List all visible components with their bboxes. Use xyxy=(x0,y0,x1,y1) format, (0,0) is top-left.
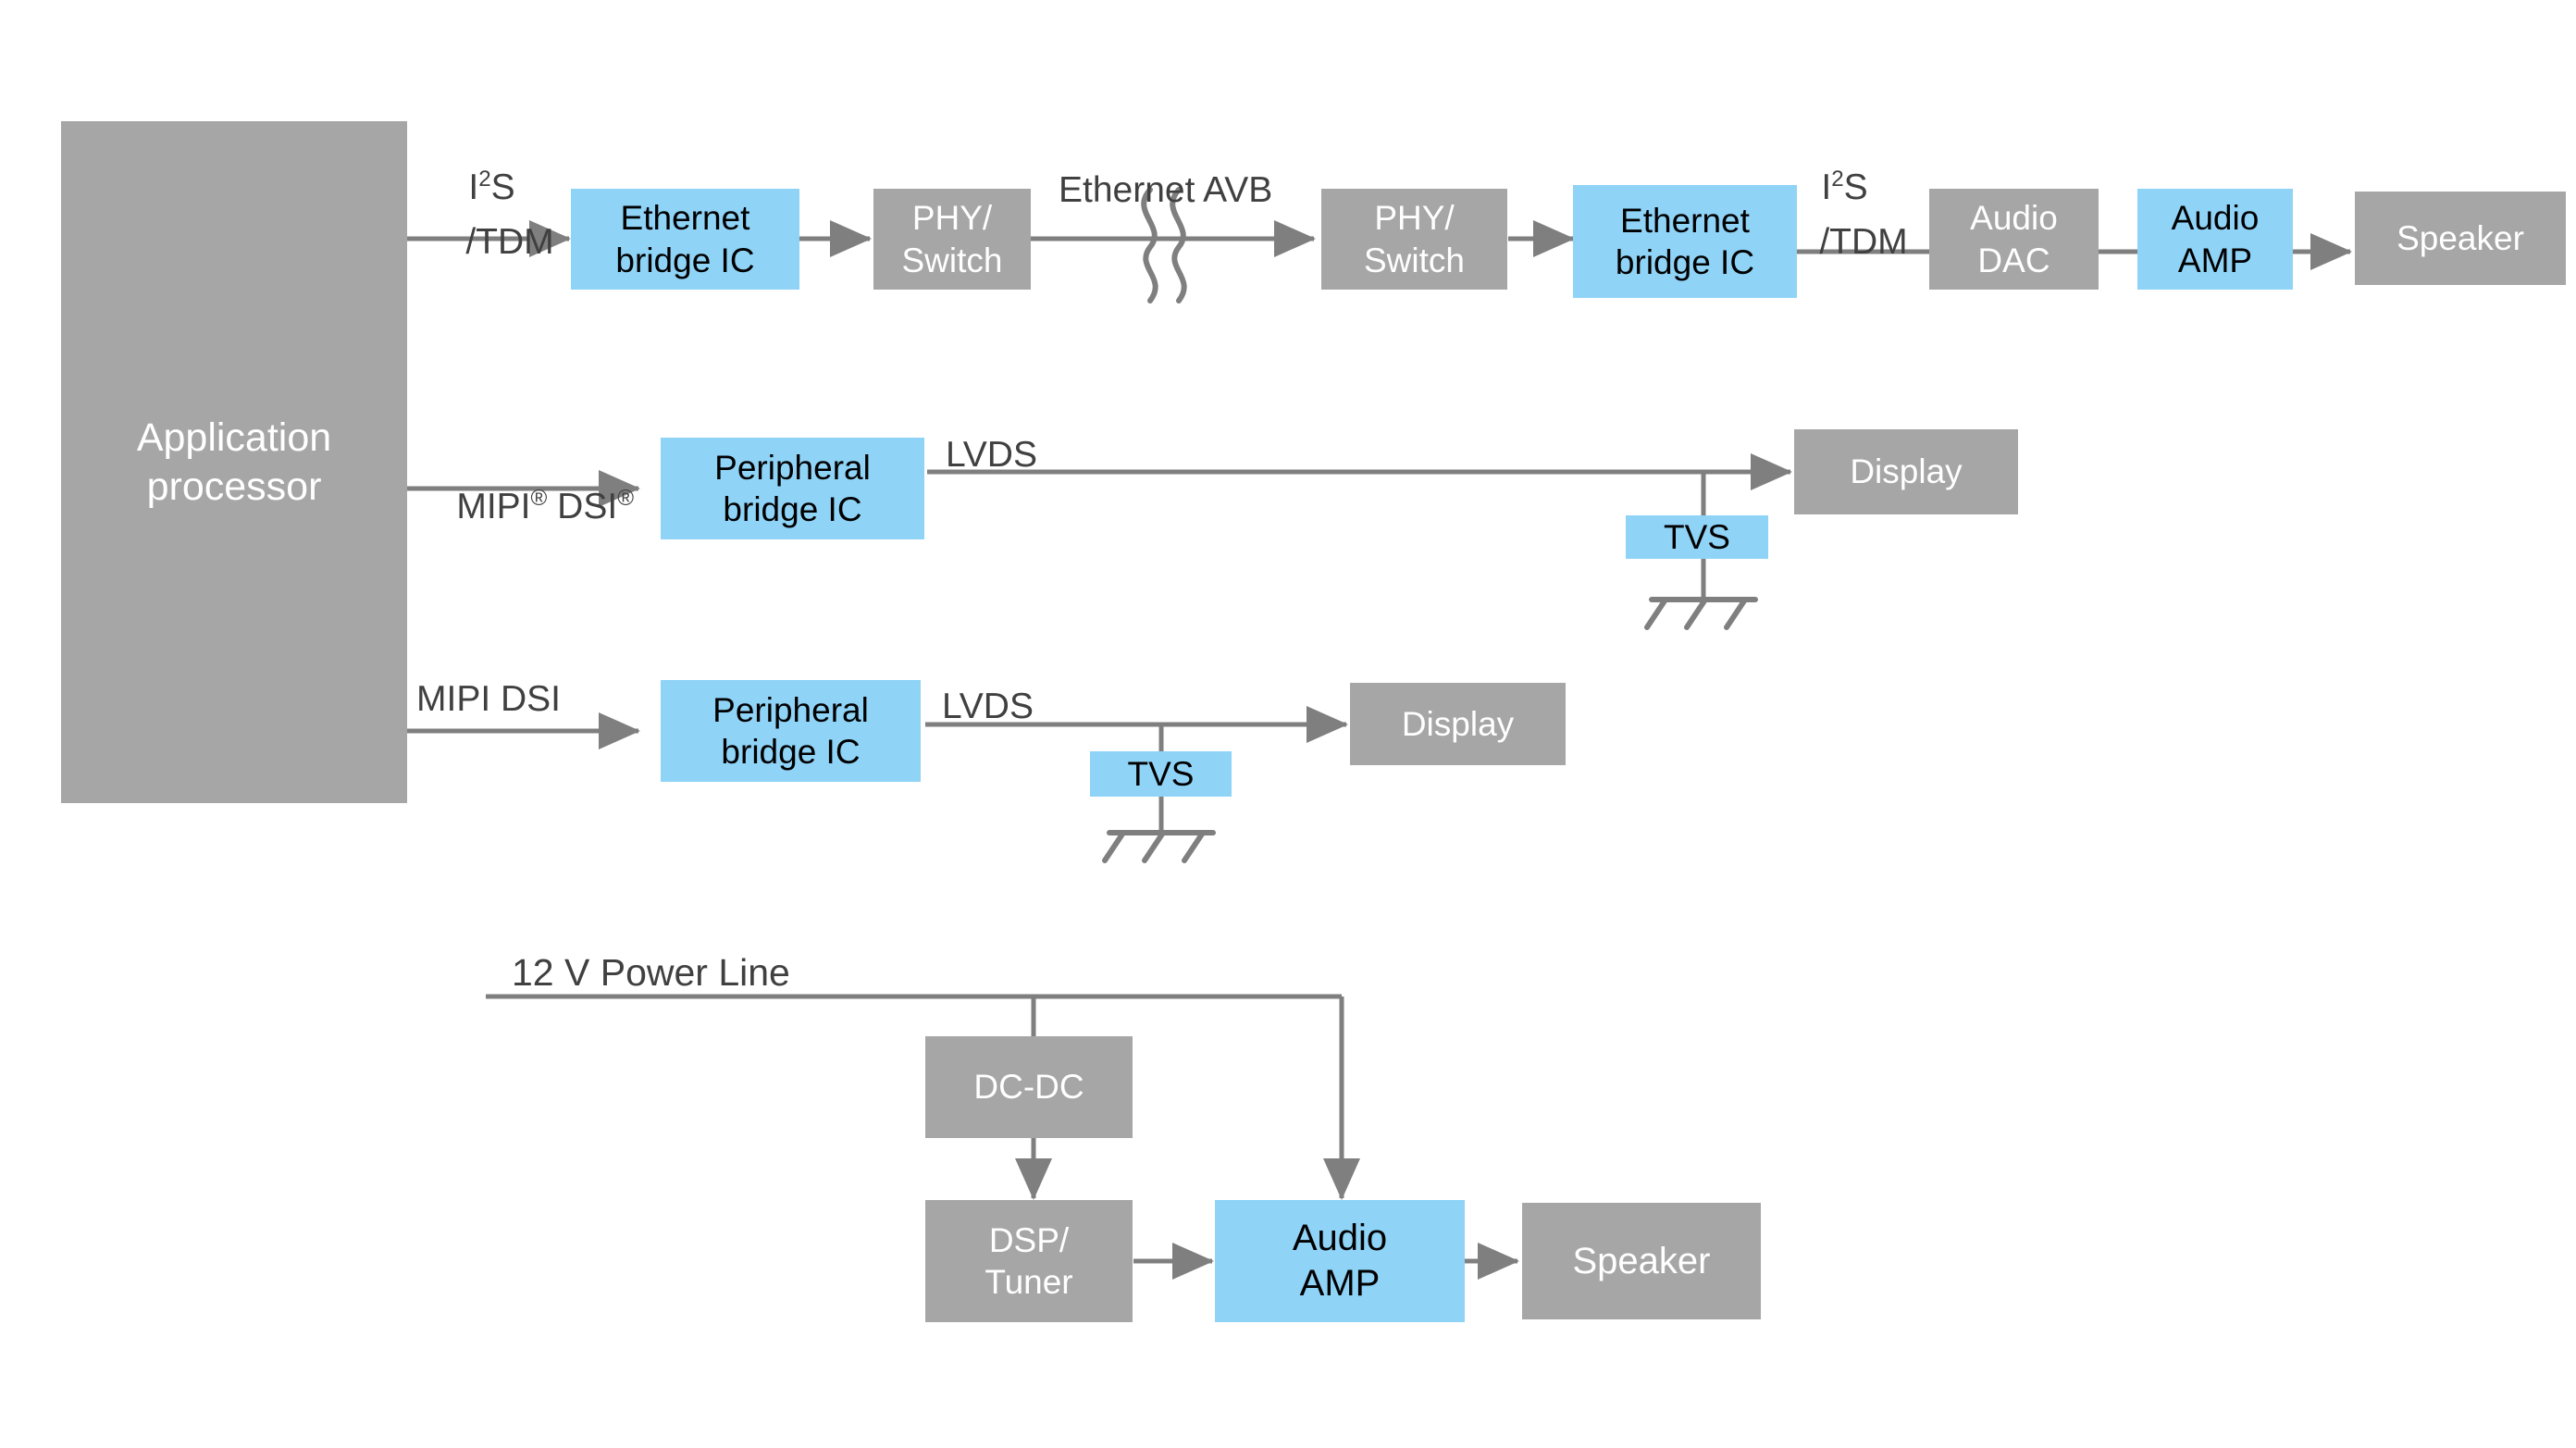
audio-amp-top-label: Audio AMP xyxy=(2171,199,2260,279)
block-audio-amp-top[interactable]: Audio AMP xyxy=(2137,189,2293,290)
block-dc-dc[interactable]: DC-DC xyxy=(925,1036,1133,1138)
block-audio-amp-bottom[interactable]: Audio AMP xyxy=(1215,1200,1465,1322)
ethernet-bridge-ic-1-label: Ethernet bridge IC xyxy=(615,199,755,279)
block-phy-switch-2[interactable]: PHY/ Switch xyxy=(1321,189,1507,290)
block-phy-switch-1[interactable]: PHY/ Switch xyxy=(873,189,1031,290)
label-12v-power-line: 12 V Power Line xyxy=(512,951,790,994)
block-peripheral-bridge-ic-1[interactable]: Peripheral bridge IC xyxy=(661,438,924,539)
tvs-1-label: TVS xyxy=(1664,517,1730,556)
block-dsp-tuner[interactable]: DSP/ Tuner xyxy=(925,1200,1133,1322)
dsp-tuner-label: DSP/ Tuner xyxy=(985,1220,1073,1301)
block-peripheral-bridge-ic-2[interactable]: Peripheral bridge IC xyxy=(661,680,921,782)
speaker-bottom-label: Speaker xyxy=(1572,1240,1711,1281)
ethernet-bridge-ic-2-label: Ethernet bridge IC xyxy=(1615,201,1755,281)
peripheral-bridge-ic-2-label: Peripheral bridge IC xyxy=(712,690,869,771)
audio-dac-label: Audio DAC xyxy=(1970,199,2058,279)
ground-symbol-icon-2 xyxy=(1102,830,1216,863)
audio-amp-bottom-label: Audio AMP xyxy=(1292,1218,1388,1304)
display-1-label: Display xyxy=(1850,452,1963,491)
block-application-processor[interactable]: Application processor xyxy=(61,121,407,803)
dc-dc-label: DC-DC xyxy=(973,1068,1084,1107)
block-tvs-2[interactable]: TVS xyxy=(1090,751,1232,797)
phy-switch-2-label: PHY/ Switch xyxy=(1364,199,1465,279)
label-mipi-dsi-plain: MIPI DSI xyxy=(416,679,562,719)
block-display-1[interactable]: Display xyxy=(1794,429,2018,514)
diagram-canvas: Application processor Ethernet bridge IC… xyxy=(0,0,2576,1448)
label-tdm-right: /TDM xyxy=(1819,222,1908,262)
label-ethernet-avb: Ethernet AVB xyxy=(1059,170,1273,210)
block-speaker-top[interactable]: Speaker xyxy=(2355,192,2566,285)
application-processor-label: Application processor xyxy=(136,415,332,509)
label-mipi-dsi-registered: MIPI® DSI® xyxy=(456,486,634,526)
block-ethernet-bridge-ic-2[interactable]: Ethernet bridge IC xyxy=(1573,185,1797,298)
block-display-2[interactable]: Display xyxy=(1350,683,1566,765)
block-tvs-1[interactable]: TVS xyxy=(1626,515,1768,559)
label-lvds-row3: LVDS xyxy=(942,687,1034,726)
block-speaker-bottom[interactable]: Speaker xyxy=(1522,1203,1761,1319)
peripheral-bridge-ic-1-label: Peripheral bridge IC xyxy=(714,448,871,528)
label-tdm-left: /TDM xyxy=(465,222,554,262)
speaker-top-label: Speaker xyxy=(2396,218,2524,257)
ground-symbol-icon-1 xyxy=(1644,597,1758,630)
block-ethernet-bridge-ic-1[interactable]: Ethernet bridge IC xyxy=(571,189,799,290)
display-2-label: Display xyxy=(1401,704,1515,743)
block-audio-dac[interactable]: Audio DAC xyxy=(1929,189,2099,290)
label-lvds-row2: LVDS xyxy=(946,435,1037,475)
tvs-2-label: TVS xyxy=(1127,754,1195,793)
phy-switch-1-label: PHY/ Switch xyxy=(901,199,1003,279)
